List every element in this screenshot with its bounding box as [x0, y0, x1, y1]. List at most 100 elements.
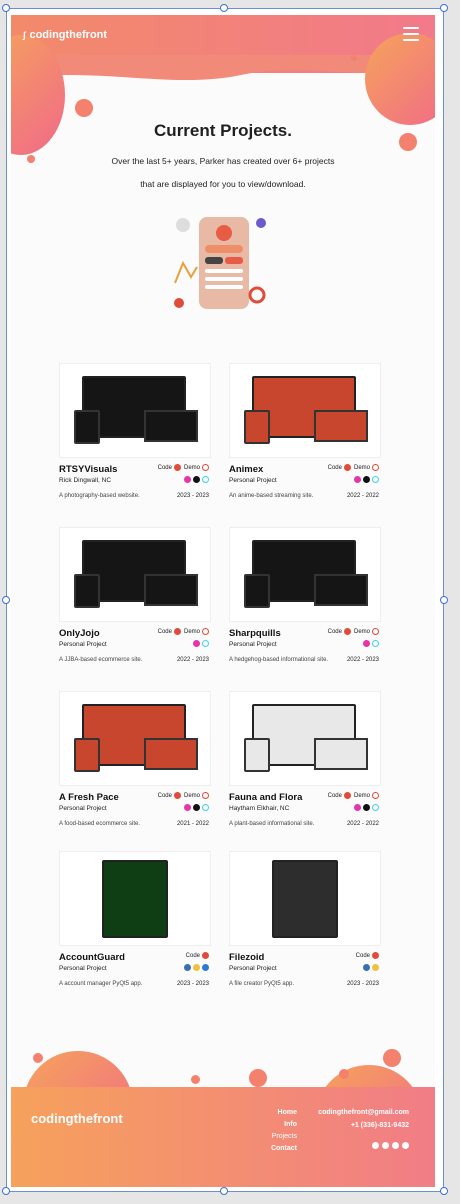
resize-handle[interactable] — [220, 4, 228, 12]
github-icon — [343, 792, 351, 799]
demo-label: Demo — [183, 628, 200, 635]
project-years: 2022 - 2023 — [176, 657, 209, 663]
code-link[interactable]: Code — [328, 628, 351, 635]
project-years: 2023 - 2023 — [176, 981, 209, 987]
footer-email[interactable]: codingthefront@gmail.com — [318, 1109, 409, 1116]
resize-handle[interactable] — [440, 4, 448, 12]
project-card: Fauna and Flora Haytham Elkhair, NC Code… — [229, 691, 381, 831]
linkedin-icon[interactable] — [392, 1142, 399, 1149]
footer-link-info[interactable]: Info — [247, 1121, 297, 1128]
project-title: Sharpquills — [229, 628, 281, 639]
project-links: Code Demo — [328, 464, 379, 471]
project-client: Personal Project — [229, 477, 277, 484]
globe-icon — [372, 628, 379, 635]
project-thumbnail[interactable] — [229, 527, 381, 622]
database-icon — [202, 964, 209, 971]
project-years: 2023 - 2023 — [346, 981, 379, 987]
laptop-mockup — [314, 410, 368, 442]
code-link[interactable]: Code — [328, 792, 351, 799]
code-label: Code — [355, 952, 370, 959]
code-label: Code — [157, 464, 172, 471]
project-thumbnail[interactable] — [229, 851, 381, 946]
globe-icon — [372, 792, 379, 799]
logo-icon: ∫ — [23, 30, 26, 40]
project-thumbnail[interactable] — [59, 527, 211, 622]
tech-stack — [184, 964, 209, 971]
website-icon[interactable] — [382, 1142, 389, 1149]
github-icon — [202, 952, 209, 959]
project-screenshot — [272, 860, 338, 938]
code-link[interactable]: Code — [158, 792, 181, 799]
project-description: An anime-based streaming site. — [229, 493, 314, 499]
code-link[interactable]: Code — [158, 464, 181, 471]
footer-link-home[interactable]: Home — [247, 1109, 297, 1116]
project-thumbnail[interactable] — [229, 691, 381, 786]
project-card: A Fresh Pace Personal Project Code Demo … — [59, 691, 211, 831]
code-label: Code — [327, 464, 342, 471]
decor-dot — [75, 99, 93, 117]
logo-text: codingthefront — [29, 29, 108, 41]
tech-stack — [363, 640, 379, 647]
demo-link[interactable]: Demo — [354, 628, 379, 635]
code-label: Code — [327, 628, 342, 635]
tablet-mockup — [244, 574, 270, 608]
header-logo[interactable]: ∫ codingthefront — [23, 29, 107, 41]
github-icon[interactable] — [402, 1142, 409, 1149]
resize-handle[interactable] — [440, 596, 448, 604]
code-link[interactable]: Code — [158, 628, 181, 635]
tech-stack — [363, 964, 379, 971]
graphql-icon — [354, 804, 361, 811]
hamburger-menu-icon[interactable] — [403, 27, 419, 41]
resize-handle[interactable] — [2, 1187, 10, 1195]
nextjs-icon — [193, 476, 200, 483]
globe-icon — [202, 792, 209, 799]
demo-link[interactable]: Demo — [184, 792, 209, 799]
footer-contact: codingthefront@gmail.com +1 (336)-831-94… — [318, 1109, 409, 1129]
resize-handle[interactable] — [220, 1187, 228, 1195]
code-label: Code — [185, 952, 200, 959]
tech-stack — [354, 804, 379, 811]
project-years: 2023 - 2023 — [176, 493, 209, 499]
resize-handle[interactable] — [2, 596, 10, 604]
project-thumbnail[interactable] — [229, 363, 381, 458]
hero-subtitle-line1: Over the last 5+ years, Parker has creat… — [111, 156, 335, 166]
github-icon — [173, 628, 181, 635]
resize-handle[interactable] — [440, 1187, 448, 1195]
footer-logo[interactable]: codingthefront — [31, 1111, 123, 1126]
code-link[interactable]: Code — [356, 952, 379, 959]
project-description: A photography-based website. — [59, 493, 140, 499]
twitter-icon[interactable] — [372, 1142, 379, 1149]
project-card: Sharpquills Personal Project Code Demo A… — [229, 527, 381, 667]
graphql-icon — [363, 640, 370, 647]
demo-label: Demo — [353, 792, 370, 799]
resize-handle[interactable] — [2, 4, 10, 12]
laptop-mockup — [144, 738, 198, 770]
project-thumbnail[interactable] — [59, 691, 211, 786]
footer-phone[interactable]: +1 (336)-831-9432 — [318, 1122, 409, 1129]
decor-dot — [33, 1053, 43, 1063]
github-icon — [173, 464, 181, 471]
qt-icon — [372, 964, 379, 971]
project-links: Code Demo — [158, 464, 209, 471]
project-thumbnail[interactable] — [59, 363, 211, 458]
demo-link[interactable]: Demo — [184, 464, 209, 471]
code-link[interactable]: Code — [186, 952, 209, 959]
project-thumbnail[interactable] — [59, 851, 211, 946]
demo-link[interactable]: Demo — [354, 464, 379, 471]
project-title: AccountGuard — [59, 952, 125, 963]
project-title: Fauna and Flora — [229, 792, 303, 803]
react-icon — [372, 804, 379, 811]
project-title: OnlyJojo — [59, 628, 100, 639]
project-client: Rick Dingwall, NC — [59, 477, 112, 484]
code-label: Code — [327, 792, 342, 799]
project-card: Filezoid Personal Project Code A file cr… — [229, 851, 381, 991]
tablet-mockup — [74, 574, 100, 608]
demo-link[interactable]: Demo — [184, 628, 209, 635]
demo-label: Demo — [183, 792, 200, 799]
react-icon — [372, 640, 379, 647]
project-client: Haytham Elkhair, NC — [229, 805, 290, 812]
demo-link[interactable]: Demo — [354, 792, 379, 799]
footer-link-projects[interactable]: Projects — [247, 1133, 297, 1140]
footer-link-contact[interactable]: Contact — [247, 1145, 297, 1152]
code-link[interactable]: Code — [328, 464, 351, 471]
